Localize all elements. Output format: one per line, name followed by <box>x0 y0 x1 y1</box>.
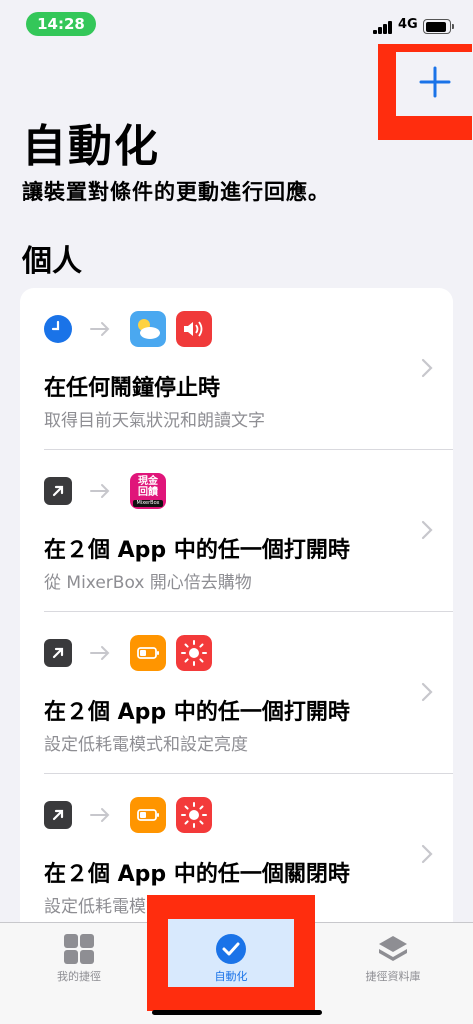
mixerbox-label-2: 回饋 <box>138 487 158 498</box>
weather-icon <box>130 311 166 347</box>
automation-description: 從 MixerBox 開心倍去購物 <box>44 573 252 593</box>
arrow-right-icon <box>90 646 110 660</box>
chevron-right-icon <box>421 520 433 540</box>
arrow-right-icon <box>90 322 110 336</box>
clock-icon <box>44 315 72 343</box>
automation-row-alarm[interactable]: 在任何鬧鐘停止時 取得目前天氣狀況和朗讀文字 <box>20 288 453 450</box>
automation-title: 在２個 App 中的任一個打開時 <box>44 538 350 563</box>
automation-description: 取得目前天氣狀況和朗讀文字 <box>44 411 265 431</box>
grid-icon <box>64 934 94 964</box>
low-power-icon <box>130 635 166 671</box>
automation-check-icon <box>216 934 246 964</box>
add-automation-button[interactable] <box>415 62 455 102</box>
tab-label: 自動化 <box>214 970 248 983</box>
open-app-icon <box>44 801 72 829</box>
tab-gallery[interactable]: 捷徑資料庫 <box>334 922 452 1002</box>
chevron-right-icon <box>421 844 433 864</box>
automation-title: 在２個 App 中的任一個打開時 <box>44 700 350 725</box>
tab-automation[interactable]: 自動化 <box>168 922 294 1002</box>
low-power-icon <box>130 797 166 833</box>
chevron-right-icon <box>421 682 433 702</box>
brightness-icon <box>176 635 212 671</box>
page-subtitle: 讓裝置對條件的更動進行回應。 <box>22 180 330 204</box>
automation-row-power-open[interactable]: 在２個 App 中的任一個打開時 設定低耗電模式和設定亮度 <box>20 612 453 774</box>
status-time[interactable]: 14:28 <box>26 12 96 36</box>
arrow-right-icon <box>90 484 110 498</box>
status-bar: 14:28 4G <box>0 0 473 46</box>
tab-label: 捷徑資料庫 <box>365 970 421 983</box>
automations-list: 在任何鬧鐘停止時 取得目前天氣狀況和朗讀文字 現金 回饋 MixerBox 在２… <box>20 288 453 948</box>
cellular-signal-icon <box>373 20 393 34</box>
speaker-icon <box>176 311 212 347</box>
automation-title: 在２個 App 中的任一個關閉時 <box>44 862 350 887</box>
page-title: 自動化 <box>22 121 160 172</box>
layers-icon <box>379 936 407 961</box>
section-title-personal: 個人 <box>22 244 82 279</box>
tab-my-shortcuts[interactable]: 我的捷徑 <box>20 922 138 1002</box>
brightness-icon <box>176 797 212 833</box>
arrow-right-icon <box>90 808 110 822</box>
open-app-icon <box>44 477 72 505</box>
tab-label: 我的捷徑 <box>57 970 101 983</box>
open-app-icon <box>44 639 72 667</box>
chevron-right-icon <box>421 358 433 378</box>
automation-title: 在任何鬧鐘停止時 <box>44 376 221 401</box>
automation-description: 設定低耗電模式和設定亮度 <box>44 735 248 755</box>
mixerbox-label-1: 現金 <box>138 476 158 487</box>
plus-icon <box>419 66 451 98</box>
automation-row-mixerbox[interactable]: 現金 回饋 MixerBox 在２個 App 中的任一個打開時 從 MixerB… <box>20 450 453 612</box>
network-type: 4G <box>398 17 418 32</box>
battery-icon <box>423 19 454 34</box>
home-indicator <box>152 1010 322 1015</box>
mixerbox-app-icon: 現金 回饋 MixerBox <box>130 473 166 509</box>
mixerbox-brand: MixerBox <box>133 500 163 507</box>
